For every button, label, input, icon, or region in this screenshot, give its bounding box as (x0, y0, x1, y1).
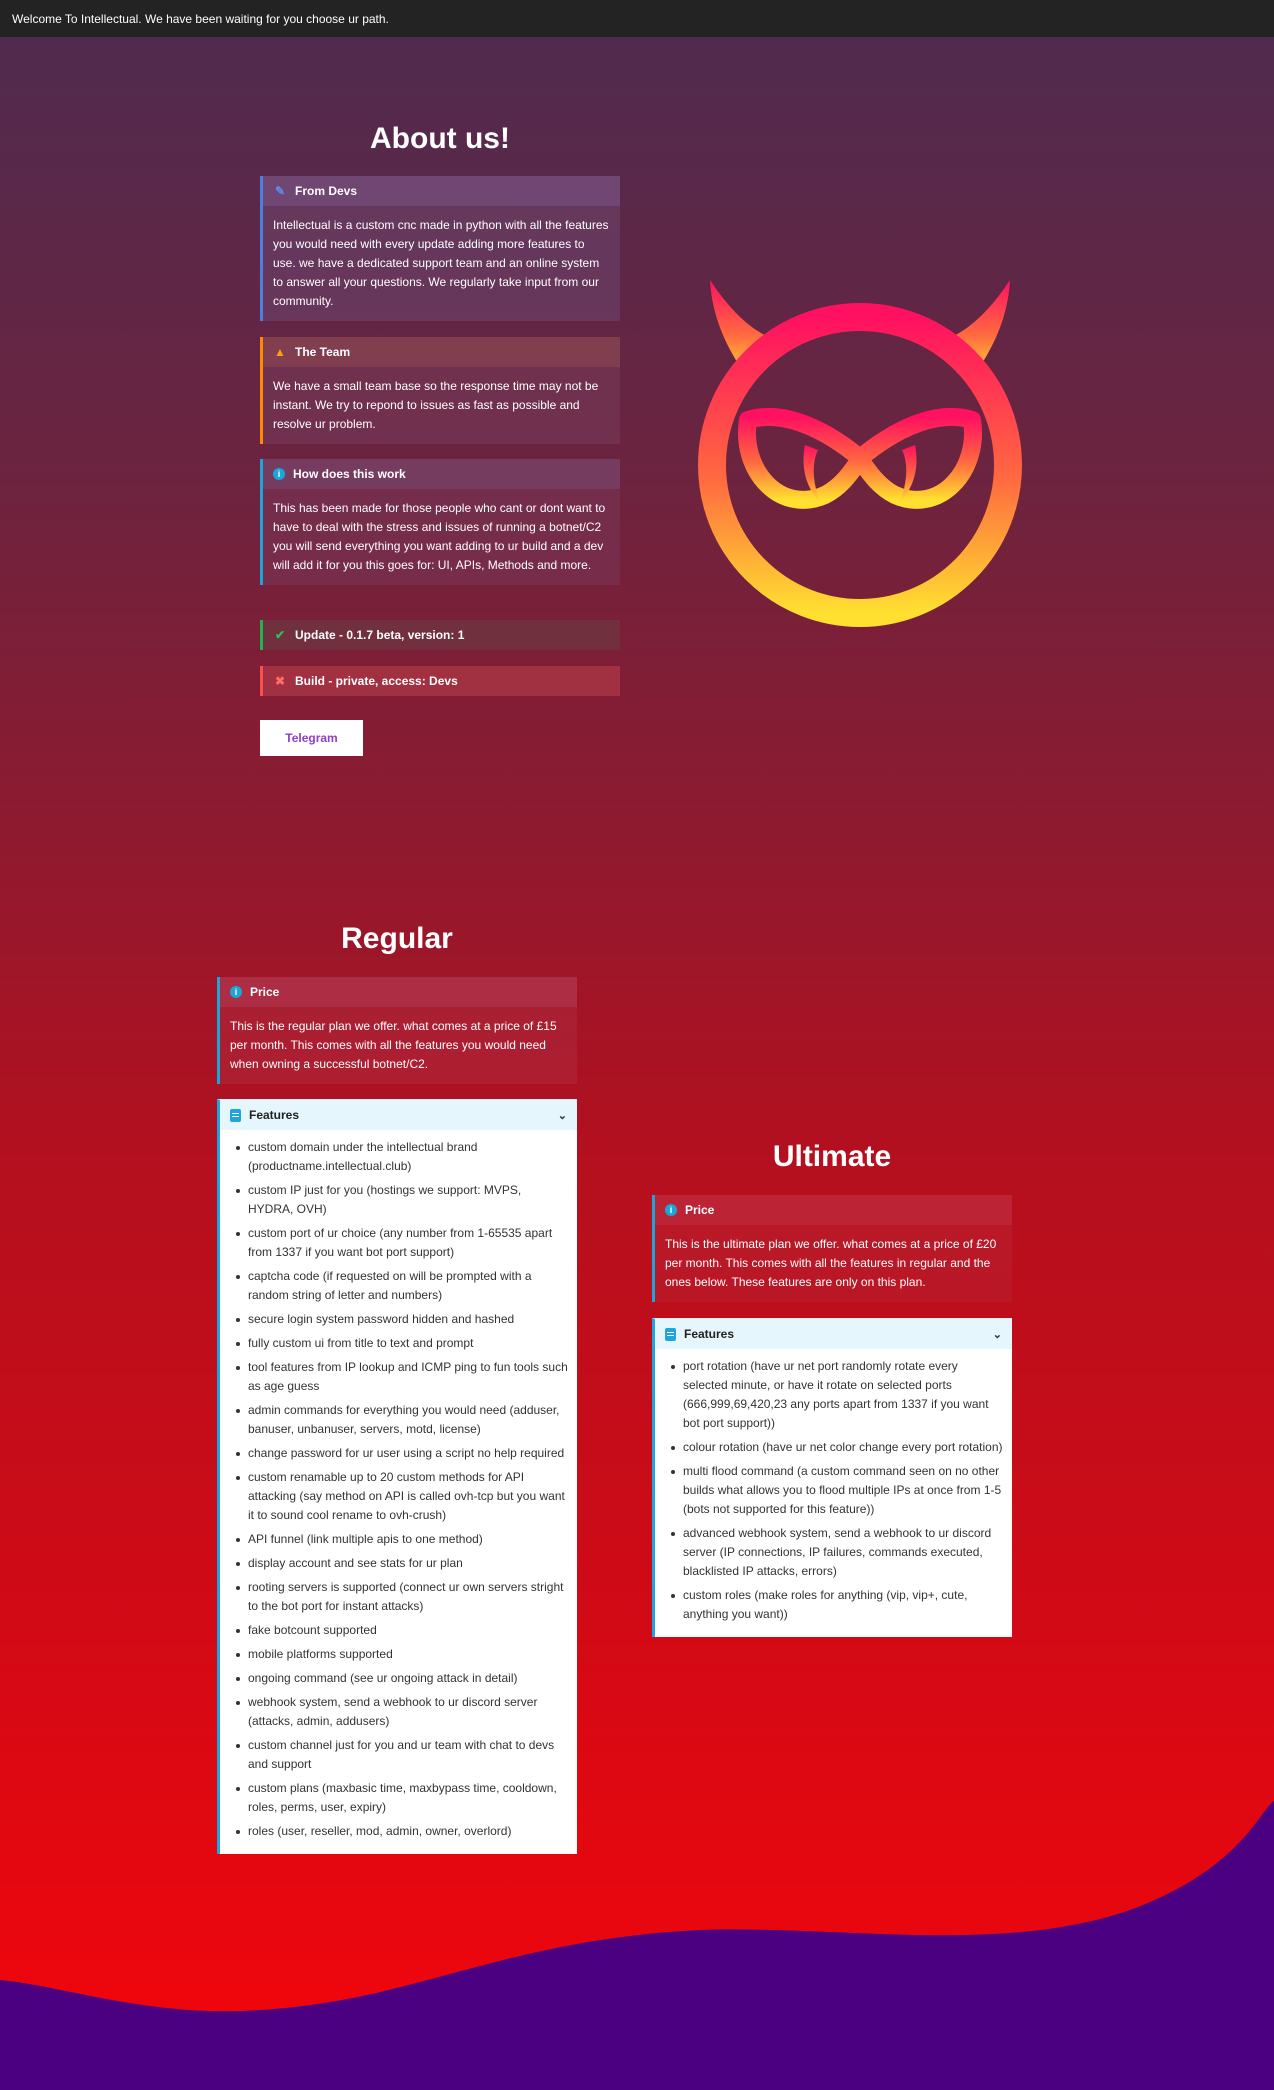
team-card: ▲ The Team We have a small team base so … (260, 337, 620, 444)
list-item: change password for ur user using a scri… (236, 1444, 569, 1463)
list-item: tool features from IP lookup and ICMP pi… (236, 1358, 569, 1396)
check-icon: ✔ (274, 627, 286, 642)
update-header: ✔ Update - 0.1.7 beta, version: 1 (263, 620, 620, 650)
update-card: ✔ Update - 0.1.7 beta, version: 1 (260, 620, 620, 650)
warning-icon: ▲ (274, 344, 286, 359)
ultimate-price-header: i Price (655, 1195, 1012, 1225)
build-header: ✖ Build - private, access: Devs (263, 666, 620, 696)
ultimate-features-panel: Features ⌄ port rotation (have ur net po… (652, 1318, 1012, 1637)
ultimate-features-title: Features (684, 1327, 735, 1341)
list-item: custom IP just for you (hostings we supp… (236, 1181, 569, 1219)
ultimate-price-card: i Price This is the ultimate plan we off… (652, 1195, 1012, 1302)
team-header: ▲ The Team (263, 337, 620, 367)
team-body: We have a small team base so the respons… (273, 379, 599, 431)
top-banner-text: Welcome To Intellectual. We have been wa… (12, 12, 389, 26)
ultimate-price-body: This is the ultimate plan we offer. what… (665, 1237, 997, 1289)
note-icon (665, 1327, 676, 1341)
list-item: captcha code (if requested on will be pr… (236, 1267, 569, 1305)
regular-price-title: Price (250, 984, 280, 999)
list-item: advanced webhook system, send a webhook … (671, 1524, 1004, 1581)
regular-features-title: Features (249, 1108, 300, 1122)
list-item: fully custom ui from title to text and p… (236, 1334, 569, 1353)
list-item: custom renamable up to 20 custom methods… (236, 1468, 569, 1525)
team-title: The Team (295, 344, 351, 359)
list-item: port rotation (have ur net port randomly… (671, 1357, 1004, 1433)
telegram-button[interactable]: Telegram (260, 720, 363, 756)
how-card: i How does this work This has been made … (260, 459, 620, 585)
chevron-down-icon[interactable]: ⌄ (558, 1109, 567, 1122)
how-header: i How does this work (263, 459, 620, 489)
list-item: roles (user, reseller, mod, admin, owner… (236, 1822, 569, 1841)
regular-features-header[interactable]: Features ⌄ (220, 1100, 577, 1130)
regular-price-body: This is the regular plan we offer. what … (230, 1019, 557, 1071)
list-item: admin commands for everything you would … (236, 1401, 569, 1439)
list-item: webhook system, send a webhook to ur dis… (236, 1693, 569, 1731)
ultimate-features-list: port rotation (have ur net port randomly… (655, 1349, 1012, 1637)
from-devs-header: ✎ From Devs (263, 176, 620, 206)
ultimate-title: Ultimate (772, 1140, 892, 1173)
top-banner: Welcome To Intellectual. We have been wa… (0, 0, 1274, 37)
regular-title: Regular (341, 922, 453, 955)
how-title: How does this work (293, 466, 406, 481)
note-icon (230, 1108, 241, 1122)
build-card: ✖ Build - private, access: Devs (260, 666, 620, 696)
list-item: mobile platforms supported (236, 1645, 569, 1664)
list-item: API funnel (link multiple apis to one me… (236, 1530, 569, 1549)
about-title: About us! (370, 122, 510, 155)
ultimate-features-header[interactable]: Features ⌄ (655, 1319, 1012, 1349)
cross-icon: ✖ (274, 673, 286, 688)
build-title: Build - private, access: Devs (295, 673, 458, 688)
chevron-down-icon[interactable]: ⌄ (993, 1328, 1002, 1341)
list-item: custom roles (make roles for anything (v… (671, 1586, 1004, 1624)
how-body: This has been made for those people who … (273, 501, 606, 572)
list-item: display account and see stats for ur pla… (236, 1554, 569, 1573)
list-item: custom plans (maxbasic time, maxbypass t… (236, 1779, 569, 1817)
update-title: Update - 0.1.7 beta, version: 1 (295, 627, 465, 642)
bottom-wave (0, 1801, 1274, 2090)
devil-owl-logo (698, 280, 1022, 627)
list-item: fake botcount supported (236, 1621, 569, 1640)
info-icon: i (230, 986, 242, 998)
list-item: colour rotation (have ur net color chang… (671, 1438, 1004, 1457)
list-item: rooting servers is supported (connect ur… (236, 1578, 569, 1616)
regular-features-list: custom domain under the intellectual bra… (220, 1130, 577, 1854)
list-item: custom channel just for you and ur team … (236, 1736, 569, 1774)
list-item: multi flood command (a custom command se… (671, 1462, 1004, 1519)
info-icon: i (273, 468, 285, 480)
from-devs-title: From Devs (295, 183, 358, 198)
list-item: ongoing command (see ur ongoing attack i… (236, 1669, 569, 1688)
regular-features-panel: Features ⌄ custom domain under the intel… (217, 1099, 577, 1854)
regular-price-header: i Price (220, 977, 577, 1007)
pencil-icon: ✎ (274, 183, 286, 198)
regular-price-card: i Price This is the regular plan we offe… (217, 977, 577, 1084)
ultimate-price-title: Price (685, 1202, 715, 1217)
from-devs-body: Intellectual is a custom cnc made in pyt… (273, 218, 609, 308)
list-item: custom domain under the intellectual bra… (236, 1138, 569, 1176)
from-devs-card: ✎ From Devs Intellectual is a custom cnc… (260, 176, 620, 321)
list-item: secure login system password hidden and … (236, 1310, 569, 1329)
list-item: custom port of ur choice (any number fro… (236, 1224, 569, 1262)
info-icon: i (665, 1204, 677, 1216)
